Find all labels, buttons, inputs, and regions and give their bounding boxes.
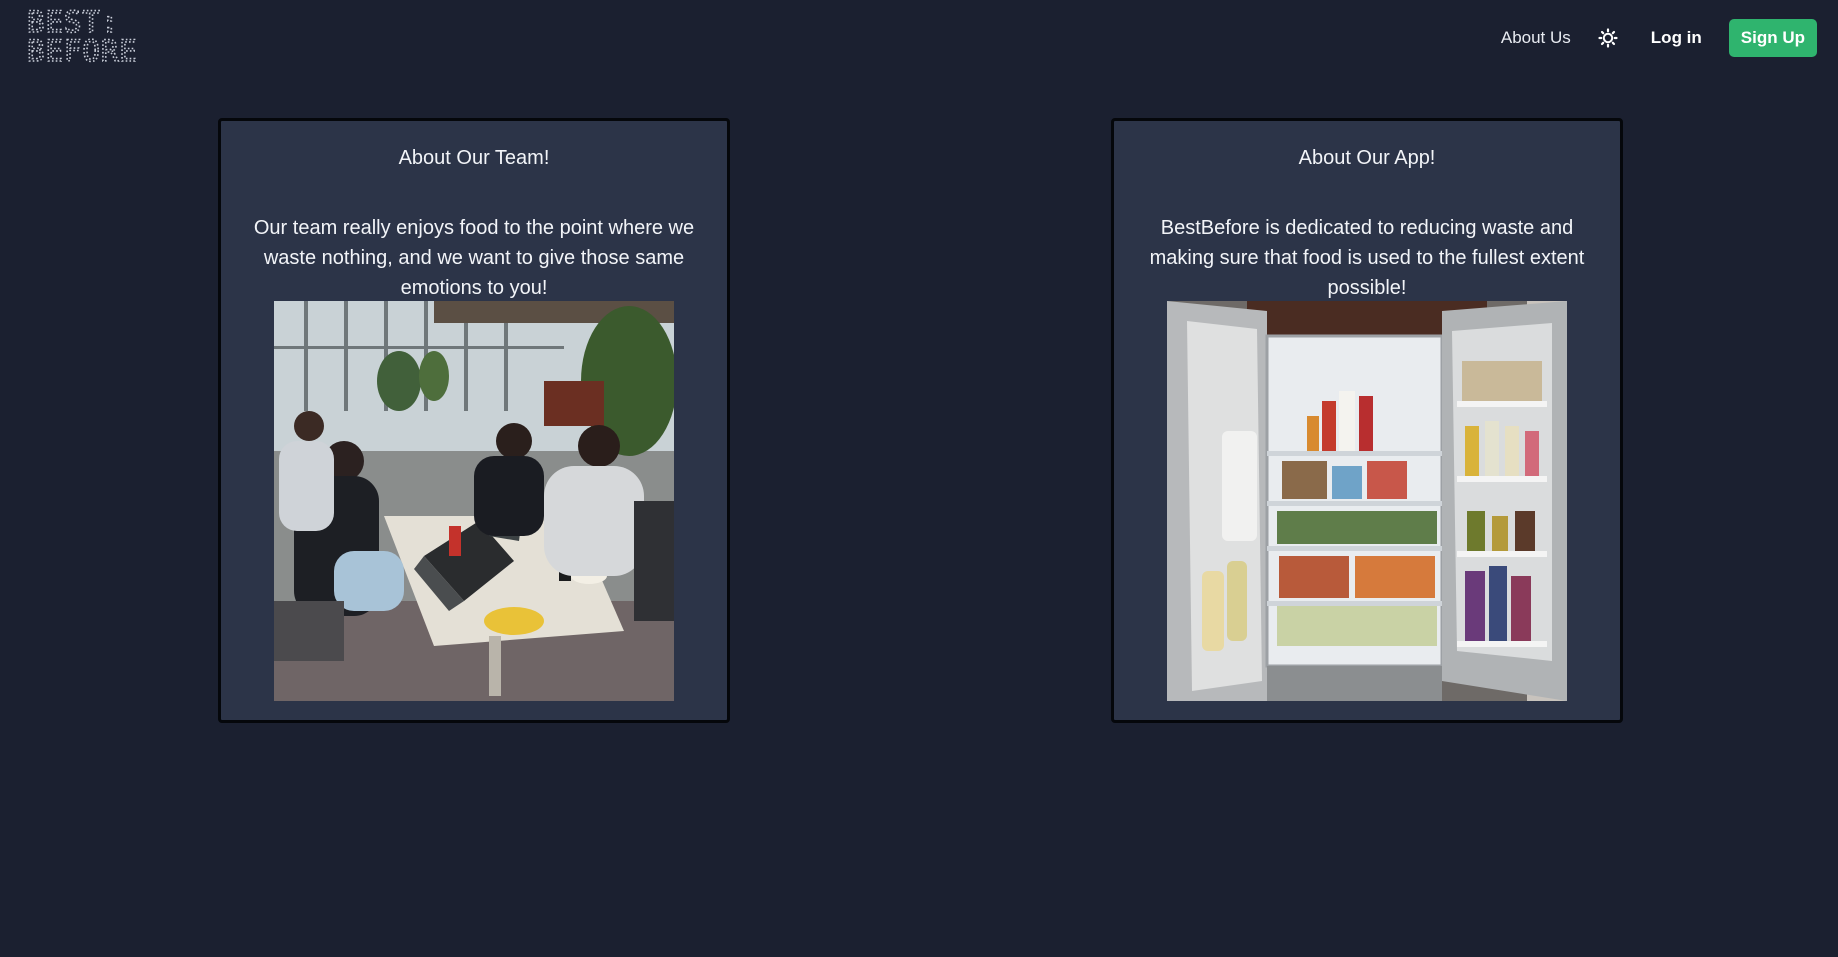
card-body-text: BestBefore is dedicated to reducing wast… [1149, 217, 1585, 299]
card-title: About Our Team! [398, 147, 550, 169]
card-body-text: Our team really enjoys food to the point… [253, 217, 695, 299]
main-nav: About Us Log in Sign Up [1501, 19, 1817, 57]
logo-line-2: BEFORE [27, 34, 138, 64]
bestbefore-logo[interactable]: BEST: BEFORE [26, 8, 142, 64]
refrigerator-photo [1167, 301, 1567, 701]
refrigerator-photo-illustration [1167, 301, 1567, 701]
sun-icon [1598, 28, 1618, 48]
about-team-card: About Our Team! Our team really enjoys f… [218, 118, 730, 723]
signup-button[interactable]: Sign Up [1728, 19, 1817, 57]
card-title: About Our App! [1298, 147, 1436, 169]
team-photo [274, 301, 674, 701]
about-app-card: About Our App! BestBefore is dedicated t… [1111, 118, 1623, 723]
top-navbar: BEST: BEFORE About Us Log in Sign Up [0, 0, 1838, 76]
team-photo-illustration [274, 301, 674, 701]
login-link[interactable]: Log in [1651, 28, 1702, 48]
about-us-link[interactable]: About Us [1501, 28, 1571, 48]
theme-toggle-button[interactable] [1597, 27, 1619, 49]
